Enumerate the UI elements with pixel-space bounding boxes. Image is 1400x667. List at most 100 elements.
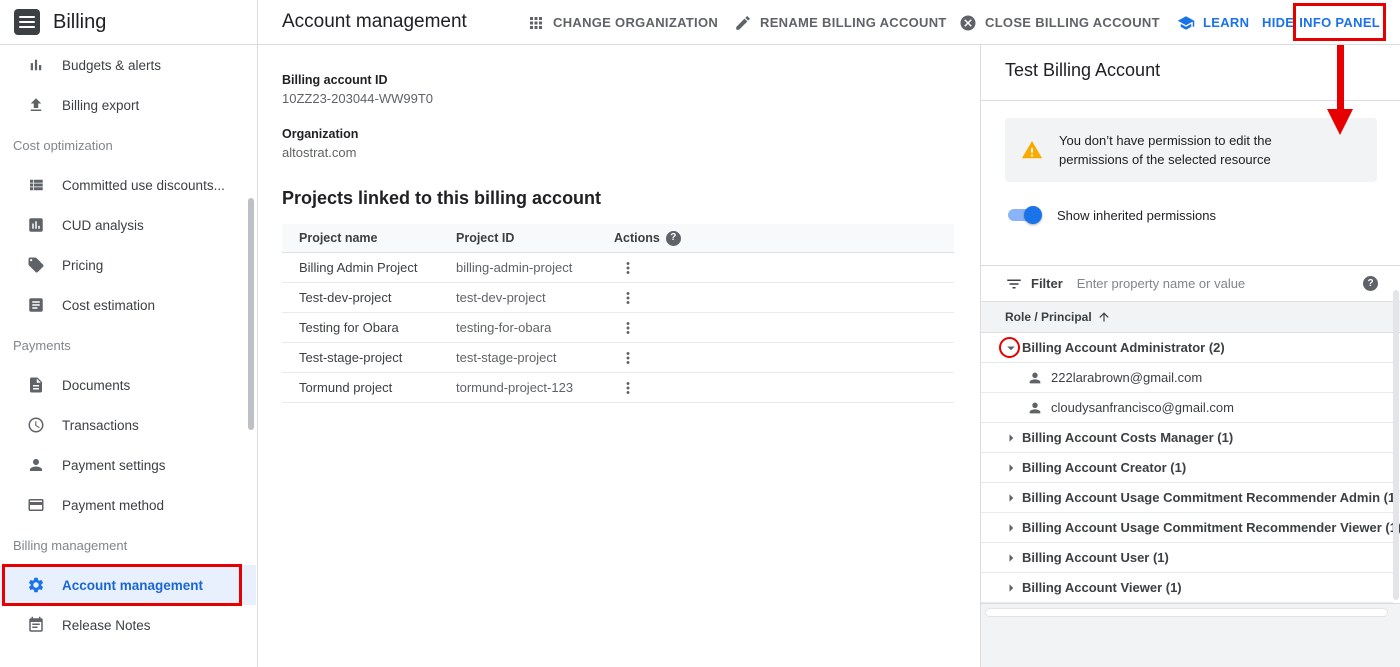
gear-icon bbox=[27, 576, 45, 594]
column-project-id: Project ID bbox=[456, 231, 614, 245]
filter-bar: Filter ? bbox=[981, 266, 1400, 301]
projects-table: Project name Project ID Actions ? Billin… bbox=[282, 224, 954, 403]
expand-role-icon[interactable] bbox=[1002, 489, 1020, 507]
sidebar: Billing Budgets & alerts Billing export Co… bbox=[0, 0, 258, 667]
person-icon bbox=[1027, 370, 1043, 386]
role-label: Billing Account Administrator (2) bbox=[1022, 340, 1225, 355]
column-actions: Actions bbox=[614, 231, 660, 245]
collapse-role-icon[interactable] bbox=[1002, 339, 1020, 357]
member-row: 222larabrown@gmail.com bbox=[981, 363, 1393, 393]
billing-logo-icon bbox=[14, 9, 40, 35]
expand-role-icon[interactable] bbox=[1002, 549, 1020, 567]
inherited-permissions-row: Show inherited permissions bbox=[1005, 203, 1216, 227]
button-label: LEARN bbox=[1203, 15, 1249, 30]
projects-heading: Projects linked to this billing account bbox=[282, 188, 601, 209]
sidebar-item-payment-settings[interactable]: Payment settings bbox=[0, 445, 256, 485]
sidebar-item-billing-export[interactable]: Billing export bbox=[0, 85, 256, 125]
sidebar-item-label: Pricing bbox=[62, 258, 103, 273]
hide-label: HIDE bbox=[1262, 15, 1294, 30]
sidebar-item-cud-analysis[interactable]: CUD analysis bbox=[0, 205, 256, 245]
list-icon bbox=[27, 176, 45, 194]
role-row-billing-account-usage-commitment-recommender-viewer-1[interactable]: Billing Account Usage Commitment Recomme… bbox=[981, 513, 1393, 543]
sidebar-nav: Budgets & alerts Billing export Cost optim… bbox=[0, 45, 256, 645]
filter-help-icon[interactable]: ? bbox=[1363, 276, 1378, 291]
row-actions-menu-icon[interactable] bbox=[619, 319, 637, 337]
table-row: Testing for Obaratesting-for-obara bbox=[282, 313, 954, 343]
sidebar-item-label: Committed use discounts... bbox=[62, 178, 225, 193]
close-billing-account-button[interactable]: CLOSE BILLING ACCOUNT bbox=[959, 0, 1160, 45]
row-actions-menu-icon[interactable] bbox=[619, 289, 637, 307]
sidebar-item-label: CUD analysis bbox=[62, 218, 144, 233]
sidebar-item-cost-estimation[interactable]: Cost estimation bbox=[0, 285, 256, 325]
info-panel-footer bbox=[981, 603, 1400, 667]
project-id-cell: billing-admin-project bbox=[456, 260, 614, 275]
show-inherited-permissions-toggle[interactable] bbox=[1005, 206, 1042, 224]
sidebar-item-release-notes[interactable]: Release Notes bbox=[0, 605, 256, 645]
expand-role-icon[interactable] bbox=[1002, 519, 1020, 537]
table-row: Tormund projecttormund-project-123 bbox=[282, 373, 954, 403]
organization-value: altostrat.com bbox=[282, 145, 356, 160]
tag-icon bbox=[27, 256, 45, 274]
expand-role-icon[interactable] bbox=[1002, 429, 1020, 447]
document-icon bbox=[27, 376, 45, 394]
filter-label: Filter bbox=[1031, 276, 1063, 291]
row-actions-menu-icon[interactable] bbox=[619, 259, 637, 277]
table-row: Test-dev-projecttest-dev-project bbox=[282, 283, 954, 313]
sidebar-section-payments: Payments bbox=[0, 325, 256, 365]
credit-card-icon bbox=[27, 496, 45, 514]
role-row-billing-account-viewer-1[interactable]: Billing Account Viewer (1) bbox=[981, 573, 1393, 603]
role-label: Billing Account Viewer (1) bbox=[1022, 580, 1182, 595]
expand-role-icon[interactable] bbox=[1002, 459, 1020, 477]
sidebar-item-transactions[interactable]: Transactions bbox=[0, 405, 256, 445]
role-row-billing-account-administrator-2[interactable]: Billing Account Administrator (2) bbox=[981, 333, 1393, 363]
clock-icon bbox=[27, 416, 45, 434]
role-row-billing-account-creator-1[interactable]: Billing Account Creator (1) bbox=[981, 453, 1393, 483]
sidebar-scrollbar[interactable] bbox=[248, 198, 254, 430]
billing-console: Billing Budgets & alerts Billing export Co… bbox=[0, 0, 1400, 667]
sidebar-header: Billing bbox=[0, 0, 257, 45]
main-content: Billing account ID 10ZZ23-203044-WW99T0 … bbox=[258, 45, 980, 667]
role-label: Billing Account User (1) bbox=[1022, 550, 1169, 565]
button-label: CLOSE BILLING ACCOUNT bbox=[985, 15, 1160, 30]
role-principal-header-label: Role / Principal bbox=[1005, 310, 1092, 324]
sidebar-item-committed-use-discounts[interactable]: Committed use discounts... bbox=[0, 165, 256, 205]
chart-box-icon bbox=[27, 216, 45, 234]
sidebar-item-label: Budgets & alerts bbox=[62, 58, 161, 73]
row-actions-menu-icon[interactable] bbox=[619, 379, 637, 397]
topbar: Account management CHANGE ORGANIZATION R… bbox=[258, 0, 1400, 45]
article-icon bbox=[27, 296, 45, 314]
grid-icon bbox=[527, 14, 545, 32]
role-label: Billing Account Costs Manager (1) bbox=[1022, 430, 1233, 445]
learn-button[interactable]: LEARN bbox=[1177, 0, 1249, 45]
sidebar-item-label: Payment settings bbox=[62, 458, 166, 473]
expand-role-icon[interactable] bbox=[1002, 579, 1020, 597]
sidebar-item-budgets-alerts[interactable]: Budgets & alerts bbox=[0, 45, 256, 85]
rename-billing-account-button[interactable]: RENAME BILLING ACCOUNT bbox=[734, 0, 947, 45]
sidebar-item-label: Account management bbox=[62, 578, 203, 593]
role-row-billing-account-usage-commitment-recommender-admin-1[interactable]: Billing Account Usage Commitment Recomme… bbox=[981, 483, 1393, 513]
actions-help-icon[interactable]: ? bbox=[666, 231, 681, 246]
sidebar-section-cost-optimization: Cost optimization bbox=[0, 125, 256, 165]
role-row-billing-account-user-1[interactable]: Billing Account User (1) bbox=[981, 543, 1393, 573]
projects-table-body: Billing Admin Projectbilling-admin-proje… bbox=[282, 253, 954, 403]
sidebar-item-label: Billing export bbox=[62, 98, 139, 113]
sidebar-item-label: Cost estimation bbox=[62, 298, 155, 313]
filter-icon bbox=[1005, 275, 1023, 293]
change-organization-button[interactable]: CHANGE ORGANIZATION bbox=[527, 0, 718, 45]
info-panel-scrollbar[interactable] bbox=[1393, 290, 1399, 600]
row-actions-menu-icon[interactable] bbox=[619, 349, 637, 367]
role-row-billing-account-costs-manager-1[interactable]: Billing Account Costs Manager (1) bbox=[981, 423, 1393, 453]
roles-list: Billing Account Administrator (2) 222lara… bbox=[981, 333, 1393, 603]
sidebar-item-payment-method[interactable]: Payment method bbox=[0, 485, 256, 525]
close-circle-icon bbox=[959, 14, 977, 32]
school-icon bbox=[1177, 14, 1195, 32]
warning-icon bbox=[1021, 139, 1043, 161]
roles-table-header[interactable]: Role / Principal bbox=[981, 301, 1400, 333]
sidebar-item-pricing[interactable]: Pricing bbox=[0, 245, 256, 285]
hide-info-panel-button[interactable]: HIDE INFO PANEL bbox=[1262, 0, 1380, 45]
sidebar-item-label: Transactions bbox=[62, 418, 139, 433]
sidebar-item-account-management[interactable]: Account management bbox=[0, 565, 256, 605]
sidebar-item-documents[interactable]: Documents bbox=[0, 365, 256, 405]
filter-input[interactable] bbox=[1075, 275, 1363, 292]
horizontal-scrollbar[interactable] bbox=[985, 608, 1388, 617]
